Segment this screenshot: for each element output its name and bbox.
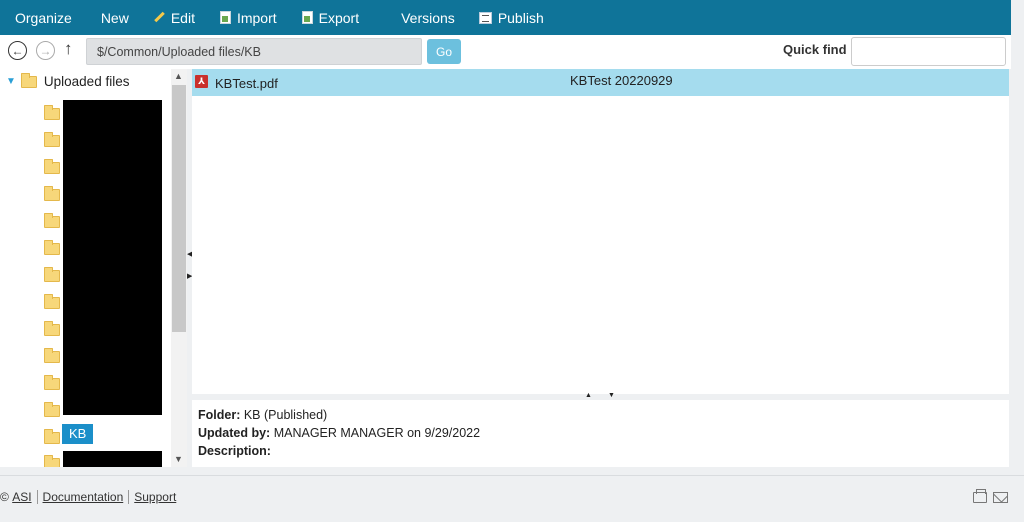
- path-input[interactable]: [86, 38, 422, 65]
- address-bar: ← → ↑ Go Quick find: [0, 35, 1011, 69]
- versions-label: Versions: [401, 9, 455, 26]
- folder-icon[interactable]: [44, 213, 60, 228]
- forward-arrow-icon[interactable]: →: [36, 41, 55, 60]
- versions-icon: [383, 12, 395, 24]
- file-title: KBTest 20220929: [570, 73, 673, 88]
- redacted-folder-names: [63, 100, 162, 415]
- pdf-icon: ⅄: [195, 75, 208, 88]
- expand-triangle-icon[interactable]: ▼: [6, 76, 16, 87]
- organize-label: Organize: [15, 9, 72, 26]
- new-button[interactable]: New: [101, 0, 129, 35]
- footer-divider: [0, 475, 1024, 476]
- updated-detail: Updated by: MANAGER MANAGER on 9/29/2022: [198, 424, 1003, 442]
- folder-icon[interactable]: [44, 348, 60, 363]
- folder-icon[interactable]: [44, 321, 60, 336]
- updated-detail-label: Updated by:: [198, 426, 271, 440]
- updated-detail-value: MANAGER MANAGER on 9/29/2022: [273, 426, 481, 440]
- documentation-link[interactable]: Documentation: [43, 490, 124, 504]
- folder-icon[interactable]: [44, 186, 60, 201]
- tree-root-label: Uploaded files: [43, 74, 130, 89]
- folder-icon[interactable]: [44, 429, 60, 444]
- footer: © ASI Documentation Support: [0, 490, 176, 504]
- publish-label: Publish: [497, 9, 544, 26]
- new-label: New: [100, 9, 129, 26]
- folder-icon[interactable]: [44, 375, 60, 390]
- folder-icon[interactable]: [44, 240, 60, 255]
- go-button[interactable]: Go: [427, 39, 461, 64]
- export-label: Export: [318, 9, 360, 26]
- footer-icons: [973, 489, 1008, 503]
- folder-icon[interactable]: [44, 132, 60, 147]
- organize-button[interactable]: Organize: [15, 0, 72, 35]
- collapse-up-icon[interactable]: ▲: [585, 392, 592, 399]
- footer-separator: [36, 490, 38, 504]
- copyright-symbol: ©: [0, 490, 9, 504]
- file-row[interactable]: ⅄ KBTest.pdf KBTest 20220929: [192, 69, 1009, 96]
- footer-separator: [128, 490, 130, 504]
- edit-button[interactable]: Edit: [154, 0, 195, 35]
- tree-root-uploaded-files[interactable]: ▼ Uploaded files: [6, 72, 130, 89]
- file-name: KBTest.pdf: [215, 76, 278, 91]
- scroll-down-icon[interactable]: ▼: [174, 454, 183, 464]
- edit-label: Edit: [170, 9, 195, 26]
- support-link[interactable]: Support: [134, 490, 176, 504]
- folder-icon[interactable]: [44, 294, 60, 309]
- mail-icon[interactable]: [993, 492, 1008, 503]
- folder-detail-label: Folder:: [198, 408, 241, 422]
- description-detail: Description:: [198, 442, 1003, 460]
- folder-icon: [20, 72, 37, 88]
- expand-down-icon[interactable]: ▼: [608, 392, 615, 399]
- folder-tree: ▼ Uploaded files KB ▲ ▼: [0, 69, 187, 467]
- asi-link[interactable]: ASI: [12, 490, 31, 504]
- import-button[interactable]: Import: [219, 0, 277, 35]
- folder-icon[interactable]: [44, 455, 60, 467]
- file-list: ⅄ KBTest.pdf KBTest 20220929: [192, 69, 1009, 394]
- details-panel: Folder: KB (Published) Updated by: MANAG…: [192, 400, 1009, 467]
- folder-icon[interactable]: [44, 105, 60, 120]
- scrollbar-thumb[interactable]: [172, 85, 186, 332]
- folder-detail: Folder: KB (Published): [198, 406, 1003, 424]
- redacted-folder-names: [63, 451, 162, 467]
- up-arrow-icon[interactable]: ↑: [64, 39, 73, 59]
- folder-icon[interactable]: [44, 267, 60, 282]
- publish-button[interactable]: Publish: [478, 0, 544, 35]
- publish-icon: [478, 11, 492, 24]
- quick-find-input[interactable]: [851, 37, 1006, 66]
- tree-item-kb[interactable]: KB: [62, 424, 94, 444]
- import-icon: [219, 11, 231, 24]
- main-toolbar: Organize New Edit Import Export Versions…: [0, 0, 1011, 35]
- export-icon: [301, 11, 313, 24]
- versions-button[interactable]: Versions: [383, 0, 455, 35]
- import-label: Import: [236, 9, 277, 26]
- export-button[interactable]: Export: [301, 0, 360, 35]
- folder-icon[interactable]: [44, 159, 60, 174]
- tree-scrollbar[interactable]: ▲ ▼: [171, 69, 187, 467]
- printer-icon[interactable]: [973, 489, 987, 503]
- folder-icon[interactable]: [44, 402, 60, 417]
- pencil-icon: [154, 12, 165, 23]
- quick-find-label: Quick find: [783, 42, 847, 57]
- scroll-up-icon[interactable]: ▲: [174, 71, 183, 81]
- folder-detail-value: KB (Published): [243, 408, 328, 422]
- description-detail-label: Description:: [198, 444, 271, 458]
- back-arrow-icon[interactable]: ←: [8, 41, 27, 60]
